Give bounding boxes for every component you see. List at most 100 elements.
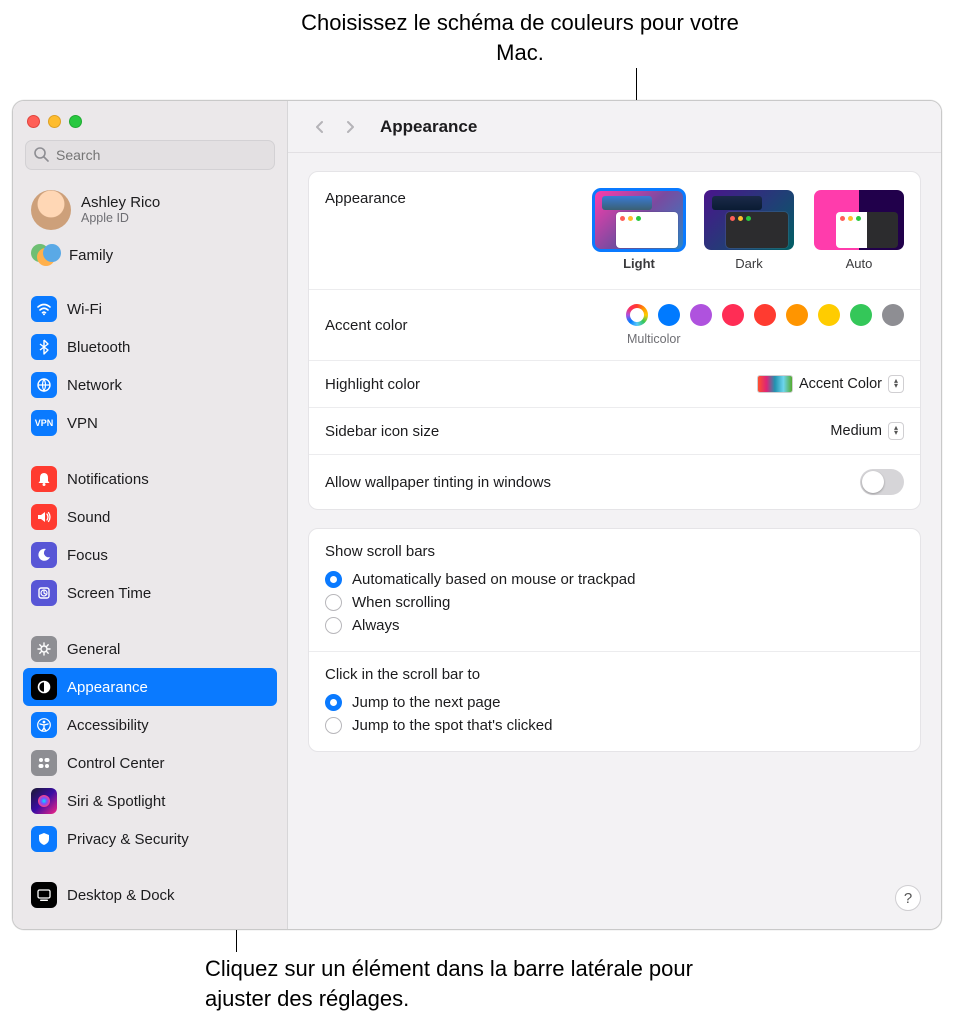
network-icon xyxy=(31,372,57,398)
sidebar-search[interactable] xyxy=(25,140,275,170)
search-icon xyxy=(33,146,49,162)
family-icon xyxy=(31,244,59,266)
sidebar: Ashley Rico Apple ID Family Wi-Fi Bluetoo… xyxy=(13,101,288,929)
scroll-title: Show scroll bars xyxy=(325,543,904,560)
accent-8e8e93[interactable] xyxy=(882,304,904,326)
mode-label: Dark xyxy=(704,256,794,271)
privacy-icon xyxy=(31,826,57,852)
sidebar-item-label: Network xyxy=(67,377,122,394)
radio-button[interactable] xyxy=(325,717,342,734)
scroll-card: Show scroll bars Automatically based on … xyxy=(308,528,921,752)
help-button[interactable]: ? xyxy=(895,885,921,911)
appearance-mode-auto[interactable]: Auto xyxy=(814,190,904,271)
tinting-toggle[interactable] xyxy=(860,469,904,495)
sidebar-item-appleid[interactable]: Ashley Rico Apple ID xyxy=(23,182,277,238)
accent-ff2d55[interactable] xyxy=(722,304,744,326)
focus-icon xyxy=(31,542,57,568)
accent-34c759[interactable] xyxy=(850,304,872,326)
appearance-thumb-auto xyxy=(814,190,904,250)
sidebar-item-label: Notifications xyxy=(67,471,149,488)
accent-ffcc00[interactable] xyxy=(818,304,840,326)
sidebar-item-siri[interactable]: Siri & Spotlight xyxy=(23,782,277,820)
sidebar-item-label: VPN xyxy=(67,415,98,432)
sidebar-item-label: Screen Time xyxy=(67,585,151,602)
sidebar-item-controlcenter[interactable]: Control Center xyxy=(23,744,277,782)
appearance-mode-light[interactable]: Light xyxy=(594,190,684,271)
sidebar-item-vpn[interactable]: VPN VPN xyxy=(23,404,277,442)
accent-ff9500[interactable] xyxy=(786,304,808,326)
sidebar-item-appearance[interactable]: Appearance xyxy=(23,668,277,706)
scroll-option[interactable]: Automatically based on mouse or trackpad xyxy=(325,568,904,591)
appearance-thumb-dark xyxy=(704,190,794,250)
click-option[interactable]: Jump to the next page xyxy=(325,691,904,714)
minimize-window-button[interactable] xyxy=(48,115,61,128)
accent-ff3b30[interactable] xyxy=(754,304,776,326)
radio-button[interactable] xyxy=(325,571,342,588)
accent-af52de[interactable] xyxy=(690,304,712,326)
sidebar-item-label: Appearance xyxy=(67,679,148,696)
scroll-option[interactable]: When scrolling xyxy=(325,591,904,614)
sidebar-size-popup[interactable]: Medium ▴▾ xyxy=(830,422,904,440)
sidebar-item-bluetooth[interactable]: Bluetooth xyxy=(23,328,277,366)
bluetooth-icon xyxy=(31,334,57,360)
content: Appearance Light Dark Auto Accent color Mu… xyxy=(288,153,941,788)
sidebar-item-label: Accessibility xyxy=(67,717,149,734)
click-option[interactable]: Jump to the spot that's clicked xyxy=(325,714,904,737)
back-button[interactable] xyxy=(306,113,334,141)
sidebar-item-family[interactable]: Family xyxy=(23,238,277,272)
click-title: Click in the scroll bar to xyxy=(325,666,904,683)
sidebar-item-screentime[interactable]: Screen Time xyxy=(23,574,277,612)
sidebar-item-label: Control Center xyxy=(67,755,165,772)
highlight-popup[interactable]: Accent Color ▴▾ xyxy=(757,375,904,393)
callout-top: Choisissez le schéma de couleurs pour vo… xyxy=(300,8,740,67)
sidebar-item-accessibility[interactable]: Accessibility xyxy=(23,706,277,744)
accessibility-icon xyxy=(31,712,57,738)
sidebar-item-focus[interactable]: Focus xyxy=(23,536,277,574)
sound-icon xyxy=(31,504,57,530)
callout-bottom: Cliquez sur un élément dans la barre lat… xyxy=(205,954,705,1013)
appearance-card: Appearance Light Dark Auto Accent color Mu… xyxy=(308,171,921,510)
sidebar-size-label: Sidebar icon size xyxy=(325,423,439,440)
sidebar-item-privacy[interactable]: Privacy & Security xyxy=(23,820,277,858)
appearance-mode-dark[interactable]: Dark xyxy=(704,190,794,271)
main-pane: Appearance Appearance Light Dark Auto Acce… xyxy=(288,101,941,929)
sidebar-item-sound[interactable]: Sound xyxy=(23,498,277,536)
sidebar-item-desktop[interactable]: Desktop & Dock xyxy=(23,876,277,914)
avatar xyxy=(31,190,71,230)
radio-label: Jump to the next page xyxy=(352,694,500,711)
wifi-icon xyxy=(31,296,57,322)
chevron-updown-icon: ▴▾ xyxy=(888,375,904,393)
scroll-option[interactable]: Always xyxy=(325,614,904,637)
sidebar-item-network[interactable]: Network xyxy=(23,366,277,404)
vpn-icon: VPN xyxy=(31,410,57,436)
accent-007aff[interactable] xyxy=(658,304,680,326)
sidebar-item-label: Bluetooth xyxy=(67,339,130,356)
search-input[interactable] xyxy=(25,140,275,170)
radio-button[interactable] xyxy=(325,594,342,611)
close-window-button[interactable] xyxy=(27,115,40,128)
window-controls xyxy=(13,101,287,136)
highlight-swatch-icon xyxy=(757,375,793,393)
accent-label: Accent color xyxy=(325,317,408,334)
forward-button[interactable] xyxy=(336,113,364,141)
sidebar-item-wifi[interactable]: Wi-Fi xyxy=(23,290,277,328)
accent-multicolor[interactable] xyxy=(626,304,648,326)
radio-label: Automatically based on mouse or trackpad xyxy=(352,571,635,588)
nav-arrows xyxy=(306,113,364,141)
general-icon xyxy=(31,636,57,662)
user-name: Ashley Rico xyxy=(81,195,160,212)
radio-button[interactable] xyxy=(325,617,342,634)
accent-selected-label: Multicolor xyxy=(627,332,681,346)
sidebar-item-general[interactable]: General xyxy=(23,630,277,668)
tinting-label: Allow wallpaper tinting in windows xyxy=(325,474,551,491)
zoom-window-button[interactable] xyxy=(69,115,82,128)
sidebar-item-label: Sound xyxy=(67,509,110,526)
toolbar: Appearance xyxy=(288,101,941,153)
appearance-label: Appearance xyxy=(325,190,406,207)
sidebar-item-label: General xyxy=(67,641,120,658)
sidebar-item-notifications[interactable]: Notifications xyxy=(23,460,277,498)
sidebar-item-label: Family xyxy=(69,247,113,264)
highlight-label: Highlight color xyxy=(325,376,420,393)
radio-button[interactable] xyxy=(325,694,342,711)
sidebar-item-label: Focus xyxy=(67,547,108,564)
